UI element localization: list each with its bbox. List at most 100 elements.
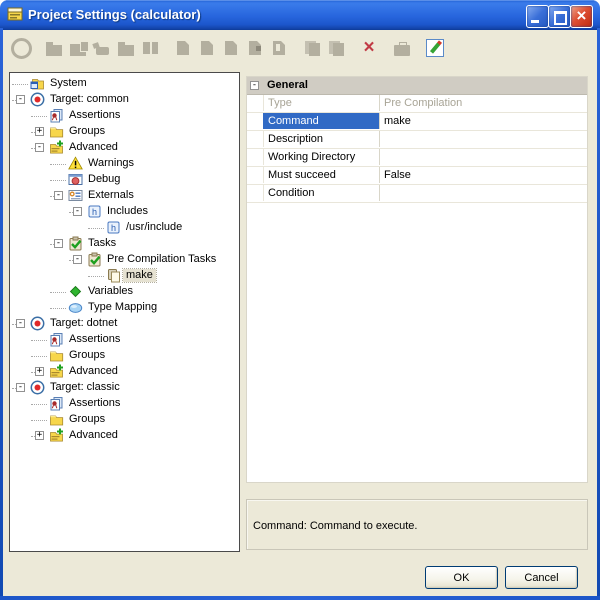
add-folder-item-button[interactable] (67, 37, 89, 59)
maximize-button[interactable] (548, 5, 571, 28)
collapse-icon[interactable]: - (73, 255, 82, 264)
tree-item-tasks[interactable]: - Tasks (10, 236, 239, 252)
add-item-4-button[interactable] (244, 37, 266, 59)
tree-item-label[interactable]: Target: common (47, 93, 132, 106)
add-item-3-button[interactable] (220, 37, 242, 59)
collapse-icon[interactable]: - (73, 207, 82, 216)
tree-item-label[interactable]: Advanced (66, 141, 121, 154)
property-value-command[interactable]: make (379, 113, 587, 129)
property-value-type[interactable]: Pre Compilation (379, 95, 587, 111)
property-category-row[interactable]: - General (247, 77, 587, 95)
tree-item-label[interactable]: Warnings (85, 157, 137, 170)
tree-item-label[interactable]: Assertions (66, 397, 123, 410)
ok-button[interactable]: OK (425, 566, 498, 589)
tree-item-target-dotnet[interactable]: - Target: dotnet (10, 316, 239, 332)
tree-item-label[interactable]: Groups (66, 349, 108, 362)
delete-button[interactable]: × (358, 37, 380, 59)
tree-item-type-mapping[interactable]: Type Mapping (10, 300, 239, 316)
tree-item-label[interactable]: Assertions (66, 109, 123, 122)
close-button[interactable] (570, 5, 593, 28)
tree-item-label[interactable]: Groups (66, 125, 108, 138)
collapse-icon[interactable]: - (16, 319, 25, 328)
property-row-condition[interactable]: Condition (247, 185, 587, 203)
tree-item-label[interactable]: Groups (66, 413, 108, 426)
tree-item-label[interactable]: Advanced (66, 429, 121, 442)
tree-item-label[interactable]: /usr/include (123, 221, 185, 234)
tree-item-label[interactable]: Type Mapping (85, 301, 160, 314)
minimize-button[interactable] (526, 5, 549, 28)
tree-item-assertions[interactable]: Assertions (10, 108, 239, 124)
cancel-button[interactable]: Cancel (505, 566, 578, 589)
expand-icon[interactable]: + (35, 431, 44, 440)
add-item-1-button[interactable] (172, 37, 194, 59)
tree-item-make[interactable]: make (10, 268, 239, 284)
tree-item-pre-compilation-tasks[interactable]: - Pre Compilation Tasks (10, 252, 239, 268)
property-name-command[interactable]: Command (263, 113, 379, 129)
tree-item-label[interactable]: make (123, 269, 156, 282)
property-name-condition[interactable]: Condition (263, 185, 379, 201)
collapse-icon[interactable]: - (35, 143, 44, 152)
tree-item-usr-include[interactable]: h/usr/include (10, 220, 239, 236)
tree-item-target-classic[interactable]: - Target: classic (10, 380, 239, 396)
tree-item-target-common[interactable]: - Target: common (10, 92, 239, 108)
property-name-type[interactable]: Type (263, 95, 379, 111)
tree-item-variables[interactable]: Variables (10, 284, 239, 300)
tree-item-label[interactable]: Advanced (66, 365, 121, 378)
tree-item-label[interactable]: System (47, 77, 90, 90)
tree-item-includes[interactable]: -hIncludes (10, 204, 239, 220)
property-name-description[interactable]: Description (263, 131, 379, 147)
collapse-icon[interactable]: - (16, 383, 25, 392)
properties-button[interactable] (391, 37, 413, 59)
tree-item-debug[interactable]: Debug (10, 172, 239, 188)
tree-item-label[interactable]: Tasks (85, 237, 119, 250)
property-value-must-succeed[interactable]: False (379, 167, 587, 183)
add-item-5-button[interactable] (268, 37, 290, 59)
expand-icon[interactable]: + (35, 367, 44, 376)
tree-item-advanced[interactable]: - Advanced (10, 140, 239, 156)
property-row-working-directory[interactable]: Working Directory (247, 149, 587, 167)
tree-item-system[interactable]: System (10, 76, 239, 92)
library-button[interactable] (139, 37, 161, 59)
tree-item-label[interactable]: Target: classic (47, 381, 123, 394)
property-value-condition[interactable] (379, 185, 587, 201)
property-name-working-directory[interactable]: Working Directory (263, 149, 379, 165)
tree-item-groups[interactable]: + Groups (10, 124, 239, 140)
tree-item-advanced[interactable]: + Advanced (10, 364, 239, 380)
property-row-command[interactable]: Commandmake (247, 113, 587, 131)
refresh-button[interactable] (10, 37, 32, 59)
tree-item-label[interactable]: Variables (85, 285, 136, 298)
expand-icon[interactable]: + (35, 127, 44, 136)
property-row-must-succeed[interactable]: Must succeedFalse (247, 167, 587, 185)
tree-item-label[interactable]: Target: dotnet (47, 317, 120, 330)
collapse-icon[interactable]: - (54, 239, 63, 248)
tree-item-assertions[interactable]: Assertions (10, 332, 239, 348)
tree-item-groups[interactable]: Groups (10, 412, 239, 428)
edit-button[interactable] (424, 37, 446, 59)
tree-item-assertions[interactable]: Assertions (10, 396, 239, 412)
settings-tree[interactable]: System - Target: common Assertions + Groups - A… (9, 72, 240, 552)
property-row-description[interactable]: Description (247, 131, 587, 149)
category-collapse-icon[interactable]: - (250, 81, 259, 90)
add-folder-button[interactable] (43, 37, 65, 59)
tree-item-label[interactable]: Assertions (66, 333, 123, 346)
property-value-working-directory[interactable] (379, 149, 587, 165)
tree-item-label[interactable]: Debug (85, 173, 123, 186)
copy-button[interactable] (301, 37, 323, 59)
property-value-description[interactable] (379, 131, 587, 147)
rename-button[interactable] (91, 37, 113, 59)
collapse-icon[interactable]: - (16, 95, 25, 104)
tree-item-advanced[interactable]: + Advanced (10, 428, 239, 444)
collapse-icon[interactable]: - (54, 191, 63, 200)
property-row-type[interactable]: TypePre Compilation (247, 95, 587, 113)
tree-item-label[interactable]: Pre Compilation Tasks (104, 253, 219, 266)
tree-item-label[interactable]: Includes (104, 205, 151, 218)
paste-button[interactable] (325, 37, 347, 59)
tree-item-warnings[interactable]: Warnings (10, 156, 239, 172)
tree-item-externals[interactable]: - Externals (10, 188, 239, 204)
tree-item-groups[interactable]: Groups (10, 348, 239, 364)
open-folder-button[interactable] (115, 37, 137, 59)
property-name-must-succeed[interactable]: Must succeed (263, 167, 379, 183)
tree-item-label[interactable]: Externals (85, 189, 137, 202)
add-item-2-button[interactable] (196, 37, 218, 59)
property-grid[interactable]: - General TypePre CompilationCommandmake… (246, 76, 588, 483)
